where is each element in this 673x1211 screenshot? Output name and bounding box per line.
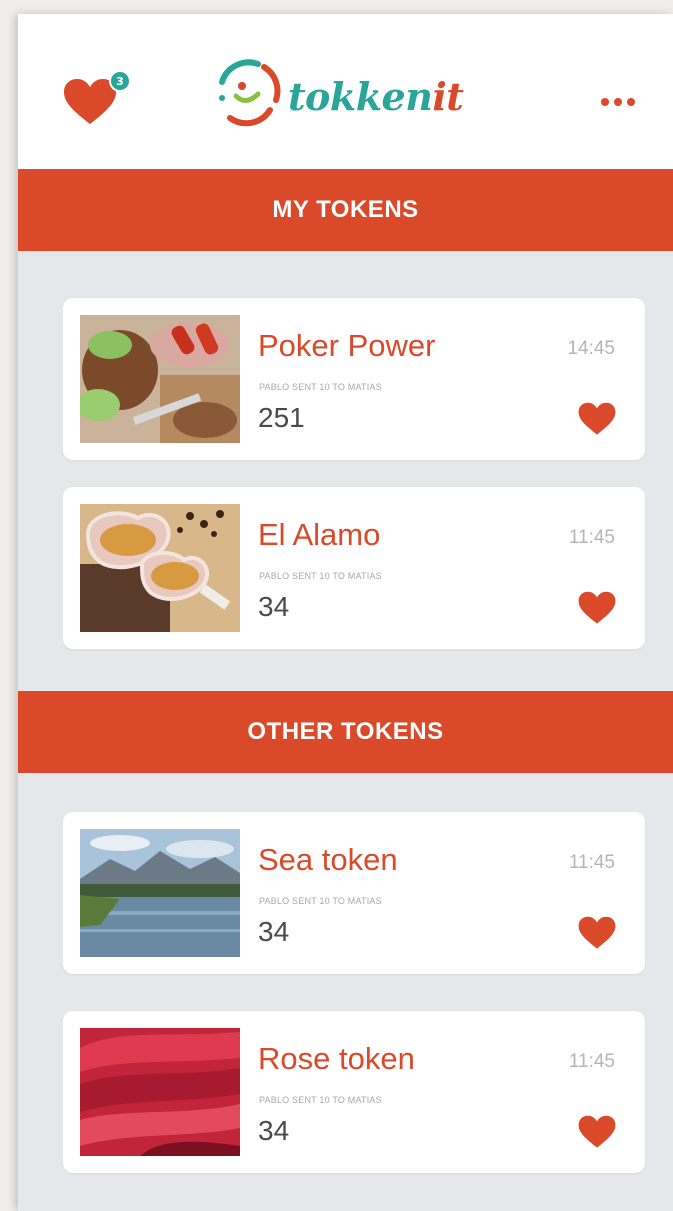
other-tokens-section-header: OTHER TOKENS (18, 691, 673, 773)
token-time: 11:45 (568, 1051, 615, 1072)
heart-icon[interactable] (577, 1115, 617, 1149)
app-header: 3 tokkenit (18, 14, 673, 169)
token-title: El Alamo (258, 517, 381, 552)
token-thumbnail (80, 829, 240, 957)
heart-icon[interactable] (577, 402, 617, 436)
token-activity-text: PABLO SENT 10 TO MATIAS (259, 896, 382, 906)
token-time: 11:45 (568, 527, 615, 548)
token-count: 34 (258, 591, 290, 622)
token-card-poker-power[interactable]: Poker Power 14:45 PABLO SENT 10 TO MATIA… (63, 298, 645, 460)
token-count: 34 (258, 1115, 290, 1146)
token-thumbnail (80, 315, 240, 443)
token-title: Sea token (258, 842, 398, 877)
token-count: 251 (258, 402, 305, 433)
heart-icon[interactable] (577, 591, 617, 625)
more-dots-icon (627, 98, 635, 106)
token-card-sea-token[interactable]: Sea token 11:45 PABLO SENT 10 TO MATIAS … (63, 812, 645, 974)
token-time: 11:45 (568, 852, 615, 873)
token-title: Poker Power (258, 328, 436, 363)
my-tokens-section-header: MY TOKENS (18, 169, 673, 251)
favorites-button[interactable]: 3 (62, 70, 134, 126)
heart-icon[interactable] (577, 916, 617, 950)
token-activity-text: PABLO SENT 10 TO MATIAS (259, 571, 382, 581)
token-card-el-alamo[interactable]: El Alamo 11:45 PABLO SENT 10 TO MATIAS 3… (63, 487, 645, 649)
favorites-count-badge: 3 (109, 70, 131, 92)
token-thumbnail (80, 504, 240, 632)
app-logo: tokkenit (208, 52, 508, 132)
token-activity-text: PABLO SENT 10 TO MATIAS (259, 1095, 382, 1105)
more-options-button[interactable] (590, 82, 646, 122)
token-card-rose-token[interactable]: Rose token 11:45 PABLO SENT 10 TO MATIAS… (63, 1011, 645, 1173)
token-activity-text: PABLO SENT 10 TO MATIAS (259, 382, 382, 392)
token-thumbnail (80, 1028, 240, 1156)
logo-mark-icon (219, 59, 281, 127)
app-screen: 3 tokkenit MY TOKENS Poker Power 14:45 P… (18, 14, 673, 1211)
more-dots-icon (601, 98, 609, 106)
token-count: 34 (258, 916, 290, 947)
token-title: Rose token (258, 1041, 415, 1076)
more-dots-icon (614, 98, 622, 106)
logo-wordmark: tokkenit (288, 74, 464, 119)
token-time: 14:45 (567, 338, 615, 359)
